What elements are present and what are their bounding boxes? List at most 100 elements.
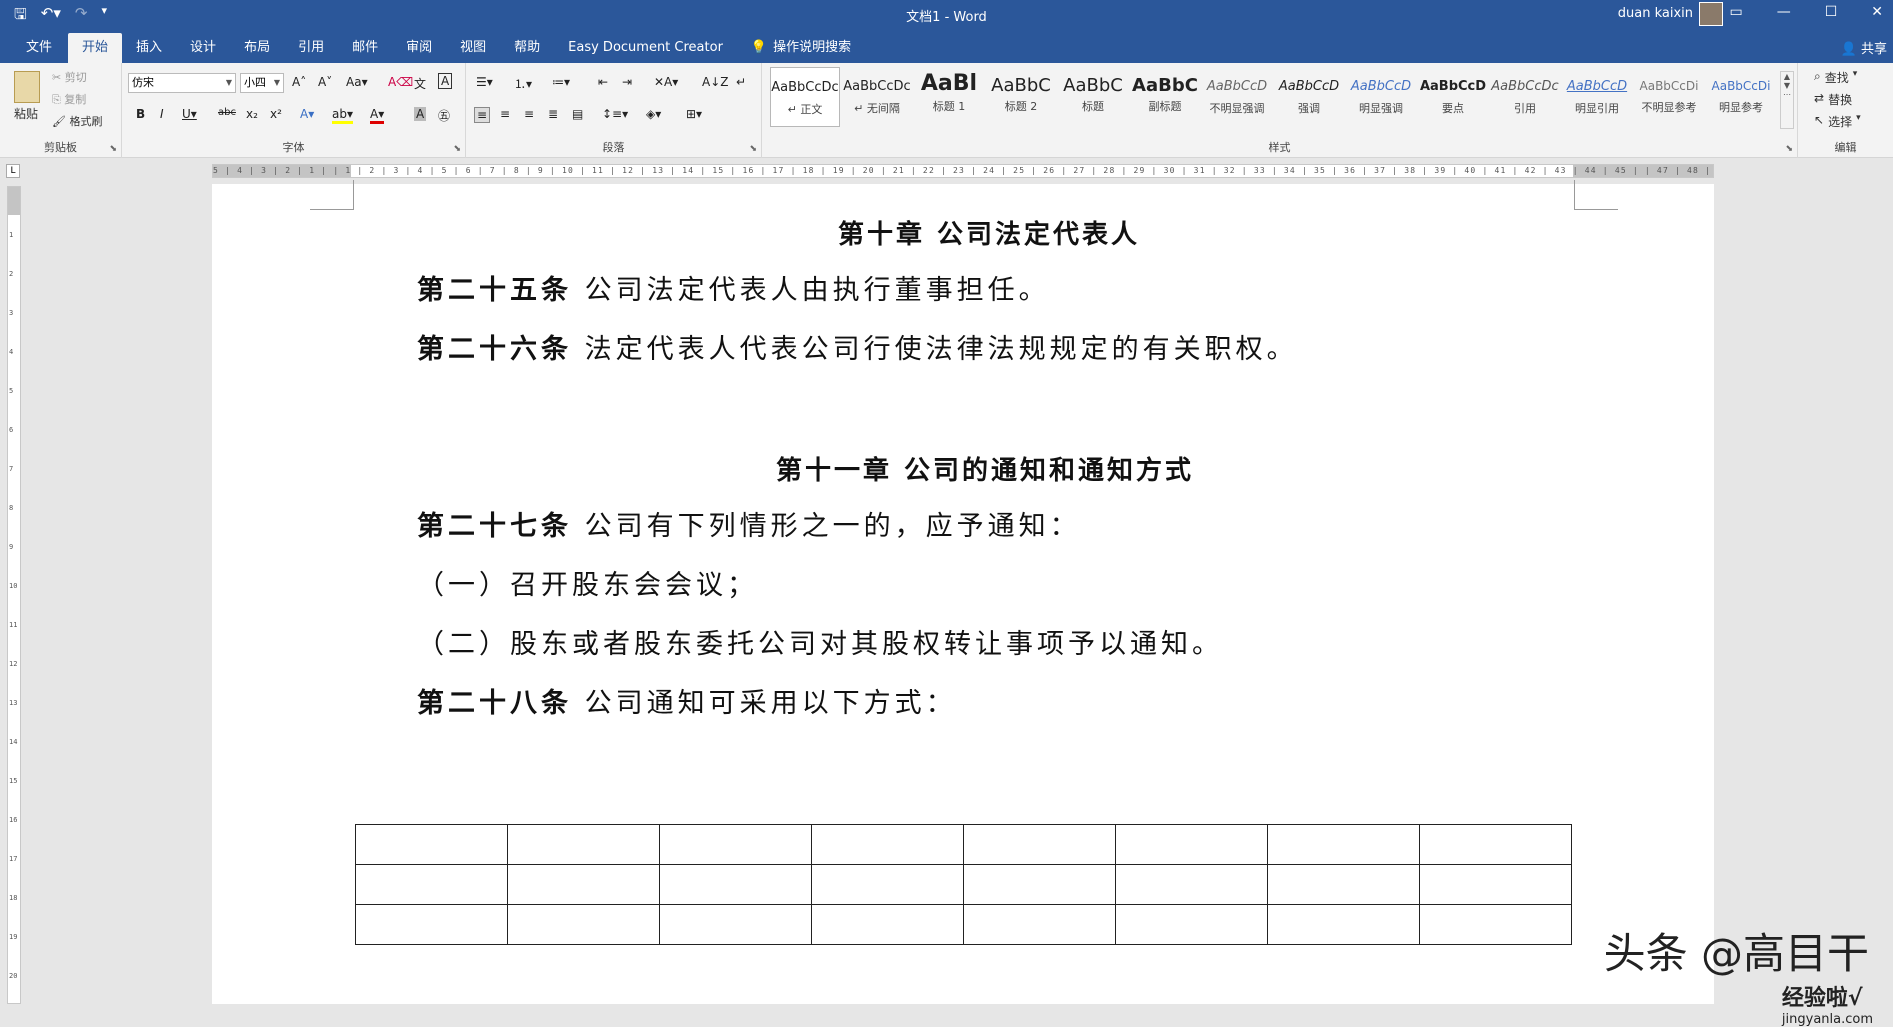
horizontal-ruler[interactable]: 5 | 4 | 3 | 2 | 1 | | 1 | 2 | 3 | 4 | 5 … bbox=[212, 164, 1714, 178]
paste-icon[interactable] bbox=[14, 71, 40, 103]
tab-selector[interactable]: L bbox=[6, 164, 20, 178]
shrink-font-icon[interactable]: A˅ bbox=[318, 75, 332, 89]
document-table[interactable] bbox=[355, 824, 1572, 945]
bold-icon[interactable]: B bbox=[136, 107, 145, 121]
styles-launcher-icon[interactable]: ⬊ bbox=[1785, 144, 1793, 154]
avatar[interactable] bbox=[1699, 2, 1723, 26]
table-cell[interactable] bbox=[963, 864, 1116, 905]
font-name-combo[interactable]: 仿宋 ▼ bbox=[128, 73, 236, 93]
share-button[interactable]: 👤 共享 bbox=[1841, 38, 1887, 57]
clipboard-launcher-icon[interactable]: ⬊ bbox=[109, 144, 117, 154]
change-case-icon[interactable]: Aa▾ bbox=[346, 75, 368, 89]
strikethrough-icon[interactable]: abc bbox=[218, 107, 236, 118]
font-color-icon[interactable]: A▾ bbox=[370, 107, 385, 124]
grow-font-icon[interactable]: A˄ bbox=[292, 75, 306, 89]
styles-gallery-scroll[interactable]: ▲ ▼ ⋯ bbox=[1780, 71, 1794, 129]
shading-icon[interactable]: ◈▾ bbox=[646, 107, 661, 121]
table-cell[interactable] bbox=[1419, 864, 1572, 905]
align-center-icon[interactable]: ≡ bbox=[500, 107, 510, 121]
table-cell[interactable] bbox=[355, 864, 508, 905]
find-button[interactable]: ⌕ 查找 ▾ bbox=[1814, 69, 1857, 86]
tab-file[interactable]: 文件 bbox=[12, 33, 66, 63]
style-quote[interactable]: AaBbCcDc 引用 bbox=[1490, 67, 1560, 127]
tab-help[interactable]: 帮助 bbox=[500, 33, 554, 63]
tell-me-search[interactable]: 💡 操作说明搜索 bbox=[737, 33, 865, 63]
style-subtle-reference[interactable]: AaBbCcDi 不明显参考 bbox=[1634, 67, 1704, 127]
table-cell[interactable] bbox=[507, 824, 660, 865]
vertical-ruler[interactable]: 1 2 3 4 5 6 7 8 9 10 11 12 13 14 15 16 17 18 19 20 bbox=[7, 186, 21, 1004]
clear-format-icon[interactable]: A⌫ bbox=[388, 75, 413, 89]
multilevel-list-icon[interactable]: ≔▾ bbox=[552, 75, 570, 89]
align-right-icon[interactable]: ≡ bbox=[524, 107, 534, 121]
copy-button[interactable]: ⎘ 复制 bbox=[52, 91, 86, 107]
table-cell[interactable] bbox=[659, 864, 812, 905]
line-spacing-icon[interactable]: ↕≡▾ bbox=[602, 107, 628, 121]
text-effects-icon[interactable]: A▾ bbox=[300, 107, 314, 121]
bullets-icon[interactable]: ☰▾ bbox=[476, 75, 493, 89]
align-left-icon[interactable]: ≡ bbox=[474, 107, 491, 123]
replace-button[interactable]: ⇄ 替换 bbox=[1814, 91, 1852, 108]
style-emphasis[interactable]: AaBbCcD 强调 bbox=[1274, 67, 1344, 127]
paste-button[interactable]: 粘贴 bbox=[14, 105, 38, 122]
style-subtle-emphasis[interactable]: AaBbCcD 不明显强调 bbox=[1202, 67, 1272, 127]
style-heading-2[interactable]: AaBbC 标题 2 bbox=[986, 67, 1056, 127]
tab-easy-document-creator[interactable]: Easy Document Creator bbox=[554, 33, 737, 63]
table-cell[interactable] bbox=[963, 824, 1116, 865]
font-size-combo[interactable]: 小四 ▼ bbox=[240, 73, 284, 93]
tab-layout[interactable]: 布局 bbox=[230, 33, 284, 63]
style-title[interactable]: AaBbC 标题 bbox=[1058, 67, 1128, 127]
subscript-icon[interactable]: x₂ bbox=[246, 107, 258, 121]
decrease-indent-icon[interactable]: ⇤ bbox=[598, 75, 608, 89]
style-no-spacing[interactable]: AaBbCcDc ↵ 无间隔 bbox=[842, 67, 912, 127]
cut-button[interactable]: ✂ 剪切 bbox=[52, 69, 87, 85]
close-button[interactable]: ✕ bbox=[1871, 4, 1883, 20]
style-intense-reference[interactable]: AaBbCcDi 明显参考 bbox=[1706, 67, 1776, 127]
select-button[interactable]: ↖ 选择 ▾ bbox=[1814, 113, 1861, 130]
ribbon-display-icon[interactable]: ▭ bbox=[1729, 4, 1742, 20]
style-intense-quote[interactable]: AaBbCcD 明显引用 bbox=[1562, 67, 1632, 127]
tab-home[interactable]: 开始 bbox=[68, 33, 123, 63]
paragraph-launcher-icon[interactable]: ⬊ bbox=[749, 144, 757, 154]
borders-icon[interactable]: ⊞▾ bbox=[686, 107, 702, 121]
table-cell[interactable] bbox=[1267, 824, 1420, 865]
format-painter-button[interactable]: 🖌 格式刷 bbox=[52, 113, 102, 129]
table-cell[interactable] bbox=[507, 904, 660, 945]
table-cell[interactable] bbox=[659, 824, 812, 865]
show-marks-icon[interactable]: ↵ bbox=[736, 75, 746, 89]
justify-icon[interactable]: ≣ bbox=[548, 107, 558, 121]
tab-insert[interactable]: 插入 bbox=[122, 33, 176, 63]
enclose-char-icon[interactable]: ㊄ bbox=[438, 107, 450, 124]
table-cell[interactable] bbox=[1115, 824, 1268, 865]
table-cell[interactable] bbox=[1115, 864, 1268, 905]
tab-design[interactable]: 设计 bbox=[176, 33, 230, 63]
table-cell[interactable] bbox=[1267, 904, 1420, 945]
phonetic-guide-icon[interactable]: 文 bbox=[414, 75, 426, 92]
font-launcher-icon[interactable]: ⬊ bbox=[453, 144, 461, 154]
table-cell[interactable] bbox=[1267, 864, 1420, 905]
table-cell[interactable] bbox=[1419, 904, 1572, 945]
table-cell[interactable] bbox=[355, 904, 508, 945]
table-cell[interactable] bbox=[811, 824, 964, 865]
asian-layout-icon[interactable]: ✕A▾ bbox=[654, 75, 678, 89]
table-cell[interactable] bbox=[1419, 824, 1572, 865]
sort-icon[interactable]: A↓Z bbox=[702, 75, 728, 89]
style-normal[interactable]: AaBbCcDc ↵ 正文 bbox=[770, 67, 840, 127]
distributed-icon[interactable]: ▤ bbox=[572, 107, 583, 121]
table-cell[interactable] bbox=[507, 864, 660, 905]
maximize-button[interactable]: ☐ bbox=[1825, 4, 1838, 20]
table-cell[interactable] bbox=[1115, 904, 1268, 945]
tab-review[interactable]: 审阅 bbox=[392, 33, 446, 63]
underline-icon[interactable]: U▾ bbox=[182, 107, 197, 121]
char-shading-icon[interactable]: A bbox=[414, 107, 427, 121]
italic-icon[interactable]: I bbox=[160, 107, 164, 121]
numbering-icon[interactable]: ⒈▾ bbox=[514, 75, 532, 92]
style-intense-emphasis[interactable]: AaBbCcD 明显强调 bbox=[1346, 67, 1416, 127]
minimize-button[interactable]: — bbox=[1777, 4, 1791, 20]
tab-mailings[interactable]: 邮件 bbox=[338, 33, 392, 63]
table-cell[interactable] bbox=[659, 904, 812, 945]
tab-references[interactable]: 引用 bbox=[284, 33, 338, 63]
superscript-icon[interactable]: x² bbox=[270, 107, 282, 121]
tab-view[interactable]: 视图 bbox=[446, 33, 500, 63]
table-cell[interactable] bbox=[811, 904, 964, 945]
highlight-icon[interactable]: ab▾ bbox=[332, 107, 353, 124]
